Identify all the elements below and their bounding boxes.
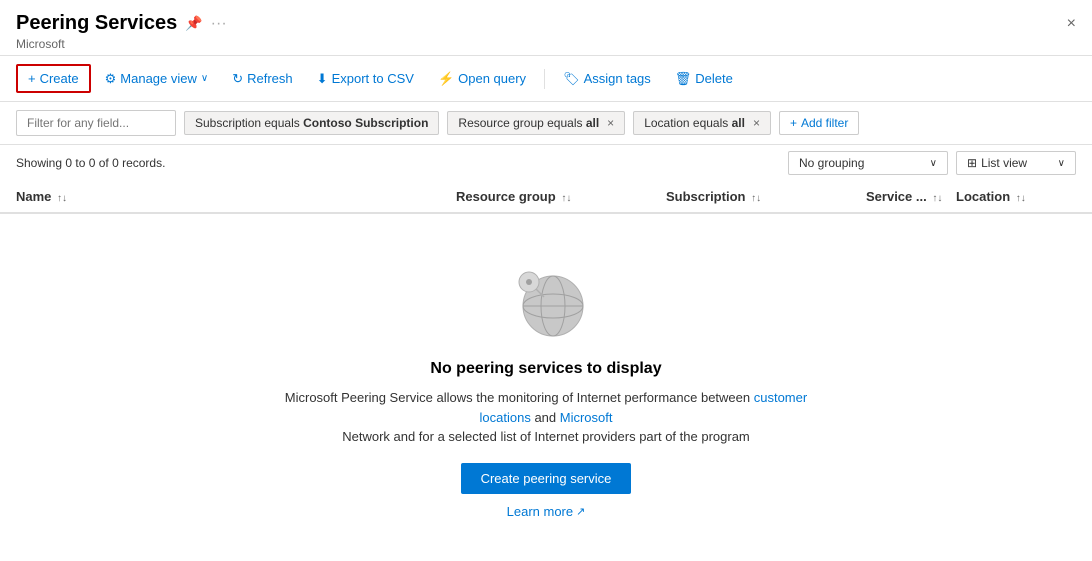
manage-view-button[interactable]: ⚙ Manage view ∨ — [95, 66, 219, 92]
empty-desc-text2: and — [531, 410, 560, 425]
listview-dropdown[interactable]: ⊞ List view ∨ — [956, 151, 1076, 175]
empty-state-description: Microsoft Peering Service allows the mon… — [266, 388, 826, 447]
empty-desc-text1: Microsoft Peering Service allows the mon… — [285, 390, 754, 405]
filter-input[interactable] — [16, 110, 176, 136]
column-header-subscription[interactable]: Subscription ↑↓ — [666, 189, 866, 204]
sort-rg-icon: ↑↓ — [561, 193, 571, 204]
empty-desc-text3: Network and for a selected list of Inter… — [342, 429, 750, 444]
column-header-resource-group[interactable]: Resource group ↑↓ — [456, 189, 666, 204]
refresh-icon: ↻ — [232, 71, 243, 87]
create-button[interactable]: + Create — [16, 64, 91, 93]
column-header-name[interactable]: Name ↑↓ — [16, 189, 456, 204]
chevron-down-icon: ∨ — [201, 73, 208, 84]
external-link-icon: ↗ — [576, 505, 585, 518]
location-filter-tag: Location equals all × — [633, 111, 771, 135]
resource-group-filter-tag: Resource group equals all × — [447, 111, 625, 135]
sort-sub-icon: ↑↓ — [751, 193, 761, 204]
listview-grid-icon: ⊞ — [967, 156, 977, 170]
listview-arrow-icon: ∨ — [1058, 158, 1065, 169]
records-count: Showing 0 to 0 of 0 records. — [16, 156, 788, 170]
trash-icon: 🗑 — [675, 71, 692, 87]
download-icon: ⬇ — [317, 71, 328, 87]
column-header-service[interactable]: Service ... ↑↓ — [866, 189, 956, 204]
toolbar-separator — [544, 69, 545, 89]
empty-state-icon — [501, 254, 591, 344]
table-header: Name ↑↓ Resource group ↑↓ Subscription ↑… — [0, 181, 1092, 214]
page-subtitle: Microsoft — [16, 37, 1076, 51]
toolbar: + Create ⚙ Manage view ∨ ↻ Refresh ⬇ Exp… — [0, 56, 1092, 102]
more-icon[interactable]: ··· — [211, 15, 227, 33]
empty-state-title: No peering services to display — [430, 360, 661, 378]
subscription-filter-tag: Subscription equals Contoso Subscription — [184, 111, 439, 135]
filter-bar: Subscription equals Contoso Subscription… — [0, 102, 1092, 145]
gear-icon: ⚙ — [105, 71, 117, 87]
resource-group-filter-close[interactable]: × — [607, 116, 614, 130]
refresh-button[interactable]: ↻ Refresh — [222, 66, 302, 92]
query-icon: ⚡ — [438, 71, 454, 87]
close-button[interactable]: × — [1067, 15, 1076, 33]
grouping-arrow-icon: ∨ — [930, 158, 937, 169]
plus-icon: + — [28, 71, 36, 86]
assign-tags-button[interactable]: 🏷 Assign tags — [553, 66, 661, 92]
pin-icon[interactable]: 📌 — [185, 15, 202, 32]
location-filter-close[interactable]: × — [753, 116, 760, 130]
export-button[interactable]: ⬇ Export to CSV — [307, 66, 424, 92]
learn-more-link[interactable]: Learn more ↗ — [507, 504, 586, 519]
sort-svc-icon: ↑↓ — [932, 193, 942, 204]
grouping-dropdown[interactable]: No grouping ∨ — [788, 151, 948, 175]
sort-loc-icon: ↑↓ — [1016, 193, 1026, 204]
column-header-location[interactable]: Location ↑↓ — [956, 189, 1076, 204]
microsoft-link[interactable]: Microsoft — [560, 410, 613, 425]
add-filter-icon: + — [790, 116, 797, 130]
page-title: Peering Services — [16, 12, 177, 35]
open-query-button[interactable]: ⚡ Open query — [428, 66, 536, 92]
empty-state: No peering services to display Microsoft… — [0, 214, 1092, 559]
sort-name-icon: ↑↓ — [57, 193, 67, 204]
add-filter-button[interactable]: + Add filter — [779, 111, 859, 135]
tag-icon: 🏷 — [563, 71, 580, 87]
grouping-label: No grouping — [799, 156, 864, 170]
records-bar: Showing 0 to 0 of 0 records. No grouping… — [0, 145, 1092, 181]
page-header: Peering Services 📌 ··· × Microsoft — [0, 0, 1092, 56]
create-peering-service-button[interactable]: Create peering service — [461, 463, 632, 494]
delete-button[interactable]: 🗑 Delete — [665, 66, 743, 92]
listview-label: List view — [981, 156, 1027, 170]
